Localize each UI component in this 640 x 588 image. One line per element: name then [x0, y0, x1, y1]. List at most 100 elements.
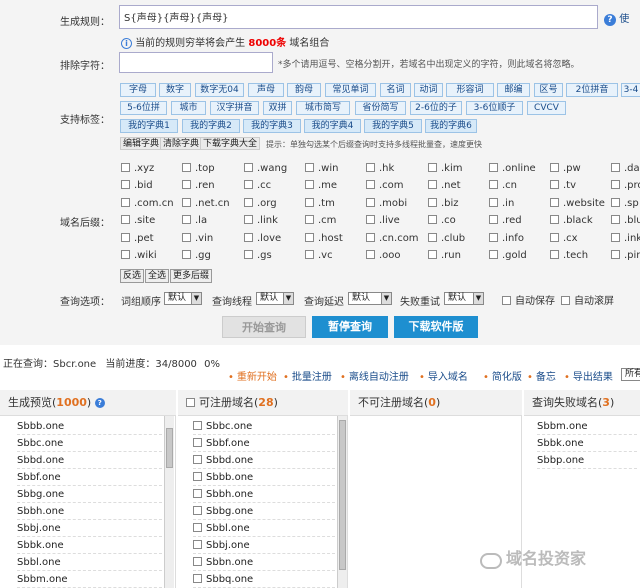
- checkbox-box[interactable]: [561, 296, 570, 305]
- checkbox-box[interactable]: [611, 163, 620, 172]
- checkbox-box[interactable]: [244, 180, 253, 189]
- checkbox-box[interactable]: [182, 198, 191, 207]
- suffix-checkbox[interactable]: .me: [305, 180, 337, 191]
- tag-button[interactable]: 我的字典5: [364, 119, 422, 133]
- tag-button[interactable]: 我的字典1: [120, 119, 178, 133]
- checkbox-box[interactable]: [305, 180, 314, 189]
- tag-button[interactable]: 韵母: [287, 83, 321, 97]
- suffix-checkbox[interactable]: .info: [489, 233, 524, 244]
- checkbox-box[interactable]: [305, 233, 314, 242]
- checkbox-box[interactable]: [244, 163, 253, 172]
- autosave-checkbox[interactable]: 自动保存: [502, 292, 555, 307]
- list-item[interactable]: Sbbh.one: [193, 486, 335, 503]
- suffix-checkbox[interactable]: .cm: [305, 215, 336, 226]
- checkbox-box[interactable]: [193, 506, 202, 515]
- suffix-checkbox[interactable]: .gg: [182, 250, 211, 261]
- checkbox-box[interactable]: [550, 163, 559, 172]
- list-item[interactable]: Sbbq.one: [193, 571, 335, 588]
- list-item[interactable]: Sbbn.one: [193, 554, 335, 571]
- suffix-checkbox[interactable]: .wang: [244, 163, 287, 174]
- toolbar-link[interactable]: • 备忘: [527, 368, 556, 383]
- scroll-thumb[interactable]: [339, 420, 346, 570]
- list-item[interactable]: Sbbf.one: [193, 435, 335, 452]
- toolbar-link[interactable]: • 导出结果: [564, 368, 613, 383]
- checkbox-box[interactable]: [193, 472, 202, 481]
- checkbox-box[interactable]: [550, 233, 559, 242]
- suffix-checkbox[interactable]: .org: [244, 198, 277, 209]
- suffix-checkbox[interactable]: .pin: [611, 250, 640, 261]
- checkbox-box[interactable]: [611, 198, 620, 207]
- suffix-checkbox[interactable]: .ooo: [366, 250, 401, 261]
- checkbox-box[interactable]: [244, 198, 253, 207]
- suffix-checkbox[interactable]: .pw: [550, 163, 581, 174]
- export-filter-select[interactable]: 所有: [621, 368, 640, 381]
- list-item[interactable]: Sbbd.one: [193, 452, 335, 469]
- checkbox-box[interactable]: [428, 250, 437, 259]
- select-all-available-checkbox[interactable]: [186, 398, 199, 409]
- checkbox-box[interactable]: [121, 163, 130, 172]
- delay-select[interactable]: 默认 ▼: [348, 292, 392, 305]
- checkbox-box[interactable]: [193, 421, 202, 430]
- checkbox-box[interactable]: [366, 250, 375, 259]
- suffix-checkbox[interactable]: .red: [489, 215, 522, 226]
- checkbox-box[interactable]: [121, 180, 130, 189]
- suffix-checkbox[interactable]: .run: [428, 250, 461, 261]
- list-item[interactable]: Sbbc.one: [193, 418, 335, 435]
- tag-button[interactable]: CVCV: [527, 101, 566, 115]
- suffix-checkbox[interactable]: .blu: [611, 215, 640, 226]
- suffix-checkbox[interactable]: .host: [305, 233, 343, 244]
- start-query-button[interactable]: 开始查询: [222, 316, 306, 338]
- checkbox-box[interactable]: [489, 163, 498, 172]
- tag-button[interactable]: 2位拼音: [566, 83, 618, 97]
- suffix-checkbox[interactable]: .link: [244, 215, 278, 226]
- threads-select[interactable]: 默认 ▼: [256, 292, 294, 305]
- tag-button[interactable]: 我的字典2: [182, 119, 240, 133]
- checkbox-box[interactable]: [550, 250, 559, 259]
- suffix-checkbox[interactable]: .win: [305, 163, 338, 174]
- checkbox-box[interactable]: [305, 250, 314, 259]
- suffix-checkbox[interactable]: .sp: [611, 198, 639, 209]
- checkbox-box[interactable]: [244, 215, 253, 224]
- toolbar-link[interactable]: • 批量注册: [283, 368, 332, 383]
- checkbox-box[interactable]: [611, 215, 620, 224]
- checkbox-box[interactable]: [121, 198, 130, 207]
- checkbox-box[interactable]: [182, 250, 191, 259]
- list-item[interactable]: Sbbb.one: [193, 469, 335, 486]
- pause-query-button[interactable]: 暂停查询: [312, 316, 388, 338]
- checkbox-box[interactable]: [366, 233, 375, 242]
- list-item[interactable]: Sbbj.one: [193, 537, 335, 554]
- suffix-checkbox[interactable]: .net: [428, 180, 461, 191]
- tag-button[interactable]: 汉字拼音: [210, 101, 259, 115]
- checkbox-box[interactable]: [428, 180, 437, 189]
- checkbox-box[interactable]: [611, 250, 620, 259]
- checkbox-box[interactable]: [489, 233, 498, 242]
- checkbox-box[interactable]: [193, 523, 202, 532]
- tag-button[interactable]: 数字: [159, 83, 191, 97]
- suffix-checkbox[interactable]: .da: [611, 163, 640, 174]
- order-select[interactable]: 默认 ▼: [164, 292, 202, 305]
- suffix-checkbox[interactable]: .vin: [182, 233, 213, 244]
- checkbox-box[interactable]: [182, 233, 191, 242]
- suffix-checkbox[interactable]: .gs: [244, 250, 272, 261]
- suffix-checkbox[interactable]: .net.cn: [182, 198, 230, 209]
- toolbar-link[interactable]: • 重新开始: [228, 368, 277, 383]
- tag-button[interactable]: 形容词: [446, 83, 494, 97]
- checkbox-box[interactable]: [193, 489, 202, 498]
- tag-button[interactable]: 数字无04: [195, 83, 244, 97]
- available-scrollbar[interactable]: [337, 416, 347, 588]
- suffix-checkbox[interactable]: .xyz: [121, 163, 154, 174]
- suffix-checkbox[interactable]: .vc: [305, 250, 333, 261]
- checkbox-box[interactable]: [193, 557, 202, 566]
- suffix-checkbox[interactable]: .cx: [550, 233, 578, 244]
- suffix-checkbox[interactable]: .wiki: [121, 250, 157, 261]
- tag-button[interactable]: 动词: [414, 83, 443, 97]
- tag-button[interactable]: 声母: [248, 83, 284, 97]
- checkbox-box[interactable]: [121, 233, 130, 242]
- checkbox-box[interactable]: [428, 233, 437, 242]
- rule-help-text[interactable]: 使: [619, 14, 629, 25]
- tag-button[interactable]: 我的字典4: [304, 119, 361, 133]
- suffix-checkbox[interactable]: .gold: [489, 250, 527, 261]
- tag-button[interactable]: 我的字典6: [425, 119, 477, 133]
- suffix-checkbox[interactable]: .pet: [121, 233, 154, 244]
- scroll-thumb[interactable]: [166, 428, 173, 468]
